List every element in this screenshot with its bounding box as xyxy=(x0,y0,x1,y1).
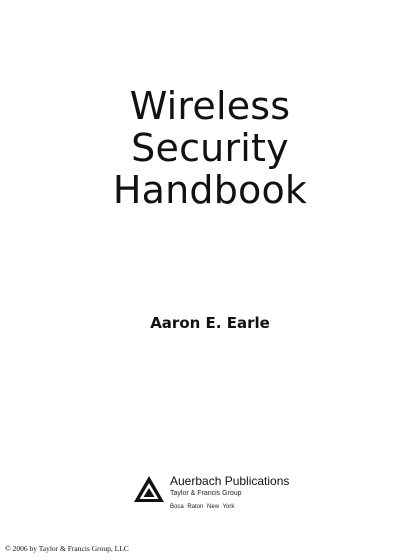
publisher-name: Auerbach Publications xyxy=(170,474,290,488)
publisher-cities: Boca Raton New York xyxy=(170,504,235,510)
book-title-line-3: Handbook xyxy=(112,168,308,212)
book-title: Wireless Security Handbook xyxy=(0,85,420,211)
book-author: Aaron E. Earle xyxy=(150,314,270,332)
copyright-notice: © 2006 by Taylor & Francis Group, LLC xyxy=(5,544,129,553)
publisher-group: Taylor & Francis Group xyxy=(170,490,242,497)
book-title-line-1: Wireless xyxy=(129,84,291,128)
title-page: Wireless Security Handbook Aaron E. Earl… xyxy=(0,0,420,560)
book-title-line-2: Security xyxy=(131,126,289,170)
publisher-imprint: Auerbach Publications Taylor & Francis G… xyxy=(134,474,334,514)
triangle-publisher-logo-icon xyxy=(134,476,164,502)
